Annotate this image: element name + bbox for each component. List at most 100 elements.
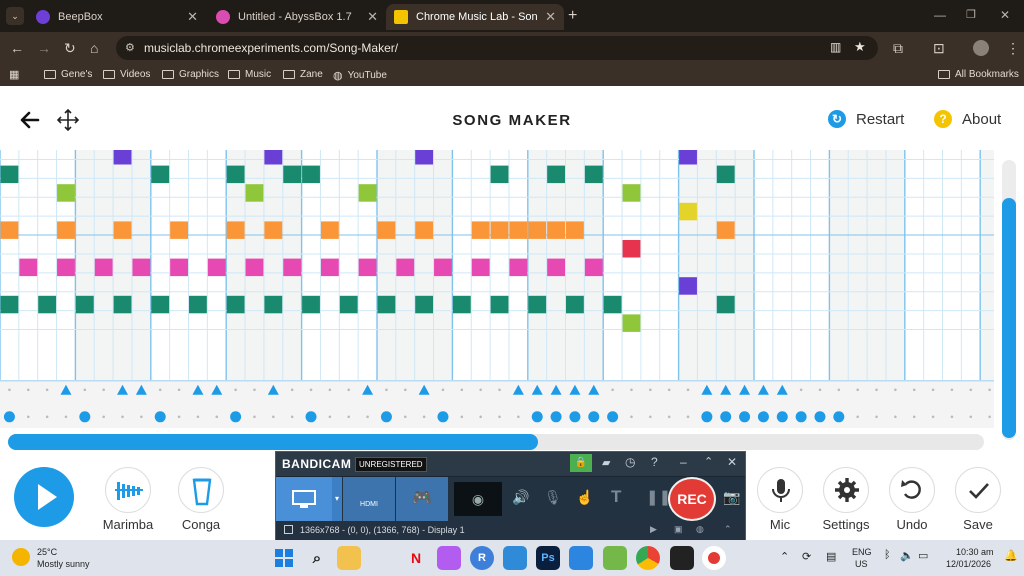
restore-window-icon[interactable]: ❐ — [966, 8, 976, 21]
lock-icon[interactable]: 🔒 — [570, 454, 592, 472]
settings-button[interactable] — [823, 467, 869, 513]
close-icon[interactable]: ✕ — [727, 455, 737, 469]
expand-icon[interactable]: ⌃ — [724, 524, 732, 535]
screen-capture-icon[interactable]: ⊡ — [933, 40, 945, 57]
file-explorer-icon[interactable] — [337, 546, 361, 570]
mic-icon[interactable]: 🎙 — [544, 489, 562, 506]
tab-beepbox[interactable]: BeepBox ✕ — [28, 4, 206, 30]
minimize-icon[interactable]: ‒ — [680, 455, 687, 469]
save-button[interactable] — [955, 467, 1001, 513]
profile-avatar[interactable] — [973, 40, 989, 56]
home-icon[interactable]: ⌂ — [90, 40, 98, 56]
menu-icon[interactable]: ⋮ — [1006, 40, 1020, 57]
undo-button[interactable] — [889, 467, 935, 513]
back-arrow-icon[interactable]: ← — [10, 40, 24, 56]
reload-icon[interactable]: ↻ — [64, 40, 76, 57]
play-button[interactable] — [14, 467, 74, 527]
image-icon[interactable]: ▣ — [674, 524, 683, 535]
start-windows-icon[interactable] — [272, 546, 296, 570]
help-icon[interactable]: ? — [651, 455, 658, 469]
text-tool-icon[interactable]: T — [611, 487, 621, 507]
extensions-icon[interactable]: ⧉ — [893, 40, 903, 57]
clock-date[interactable]: 12/01/2026 — [946, 559, 991, 569]
note-grid[interactable] — [0, 150, 994, 428]
roblox-icon[interactable] — [670, 546, 694, 570]
back-arrow-icon[interactable] — [18, 108, 42, 132]
weather-temp[interactable]: 25°C — [37, 547, 57, 557]
tab-abyssbox[interactable]: Untitled - AbyssBox 1.7 ✕ — [208, 4, 386, 30]
bluetooth-icon[interactable]: ᛒ — [884, 549, 891, 561]
clock-icon[interactable]: ◷ — [625, 455, 635, 469]
bookmark-music[interactable]: Music — [228, 69, 271, 80]
screen-mode-button[interactable] — [276, 477, 332, 521]
conga-low-hit — [550, 411, 562, 423]
webcam-preview[interactable]: ◉ — [454, 482, 502, 516]
bookmark-zane[interactable]: Zane — [283, 69, 323, 80]
bandicam-tray-icon[interactable] — [702, 546, 726, 570]
restart-button[interactable]: ↻ Restart — [828, 110, 904, 128]
app-r-icon[interactable]: R — [470, 546, 494, 570]
netflix-icon[interactable]: N — [404, 546, 428, 570]
weather-desc[interactable]: Mostly sunny — [37, 559, 90, 569]
close-tab-icon[interactable]: ✕ — [187, 9, 198, 25]
copilot-icon[interactable] — [437, 546, 461, 570]
bookmark-graphics[interactable]: Graphics — [162, 69, 219, 80]
vertical-scroll-thumb[interactable] — [1002, 198, 1016, 438]
new-tab-button[interactable]: + — [568, 7, 577, 25]
move-arrows-icon[interactable] — [56, 108, 80, 132]
bookmark-videos[interactable]: Videos — [103, 69, 150, 80]
horizontal-scroll-thumb[interactable] — [8, 434, 538, 450]
close-tab-icon[interactable]: ✕ — [367, 9, 378, 25]
notification-icon[interactable]: 🔔 — [1004, 549, 1018, 562]
percussion-button[interactable] — [178, 467, 224, 513]
collapse-icon[interactable]: ⌃ — [704, 455, 713, 468]
weather-sun-icon[interactable] — [12, 548, 30, 566]
audio-icon[interactable]: ◍ — [696, 524, 704, 535]
all-bookmarks[interactable]: All Bookmarks — [938, 69, 1019, 80]
photoshop-icon[interactable]: Ps — [536, 546, 560, 570]
tray-app-icon[interactable]: ⟳ — [802, 550, 811, 563]
about-button[interactable]: ? About — [934, 110, 1001, 128]
search-icon[interactable]: ⌕ — [305, 546, 329, 570]
tray-app2-icon[interactable]: ▤ — [826, 550, 836, 563]
bookmark-youtube[interactable]: ◍ YouTube — [333, 69, 387, 82]
conga-low-hit — [3, 411, 15, 423]
mic-button[interactable] — [757, 467, 803, 513]
close-tab-icon[interactable]: ✕ — [545, 9, 556, 25]
hdmi-mode-button[interactable]: HDMI — [343, 477, 395, 521]
speaker-icon[interactable]: 🔊 — [512, 489, 529, 506]
bookmark-genes[interactable]: Gene's — [44, 69, 92, 80]
instrument-button[interactable] — [105, 467, 151, 513]
forward-arrow-icon[interactable]: → — [37, 40, 51, 56]
store-icon[interactable] — [569, 546, 593, 570]
camera-icon[interactable]: 📷 — [723, 489, 740, 506]
game-mode-button[interactable]: 🎮 — [396, 477, 448, 521]
language-eng[interactable]: ENG — [852, 547, 872, 557]
chrome-icon[interactable] — [636, 546, 660, 570]
reader-mode-icon[interactable]: ▥ — [830, 40, 841, 54]
perc-slot — [290, 388, 294, 392]
battery-icon[interactable]: ▭ — [918, 549, 928, 562]
tab-song-maker[interactable]: Chrome Music Lab - Song Make ✕ — [386, 4, 564, 30]
minimize-window-icon[interactable]: — — [934, 8, 946, 22]
bookmark-star-icon[interactable]: ★ — [854, 39, 866, 55]
tray-chevron-icon[interactable]: ⌃ — [780, 550, 789, 563]
cursor-icon[interactable]: ☝ — [576, 489, 593, 506]
clock-time[interactable]: 10:30 am — [956, 547, 994, 557]
photos-icon[interactable] — [503, 546, 527, 570]
rec-button[interactable]: REC — [668, 477, 716, 521]
app-green-icon[interactable] — [603, 546, 627, 570]
folder-icon[interactable]: ▰ — [602, 456, 610, 469]
close-window-icon[interactable]: ✕ — [1000, 8, 1010, 22]
volume-icon[interactable]: 🔈 — [900, 549, 914, 562]
video-icon[interactable]: ▶ — [650, 524, 657, 535]
unregistered-badge[interactable]: UNREGISTERED — [355, 457, 427, 472]
apps-grid-icon[interactable]: ▦ — [9, 68, 19, 81]
select-area-icon[interactable] — [284, 525, 293, 534]
screen-mode-dropdown[interactable]: ▾ — [332, 477, 342, 521]
site-info-icon[interactable]: ⚙ — [125, 41, 135, 54]
address-bar[interactable]: ⚙ musiclab.chromeexperiments.com/Song-Ma… — [116, 36, 878, 60]
language-us[interactable]: US — [855, 559, 868, 569]
tab-search-button[interactable]: ⌄ — [6, 7, 24, 25]
conga-low-hit — [795, 411, 807, 423]
